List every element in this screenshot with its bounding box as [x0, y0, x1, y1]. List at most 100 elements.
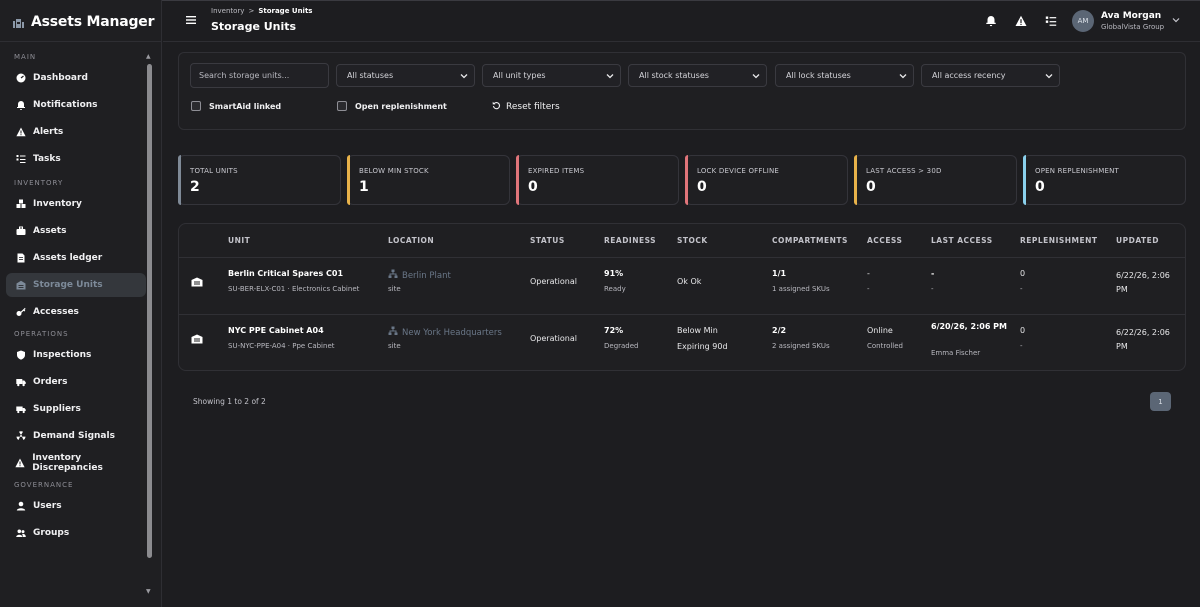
checkbox-box[interactable] [337, 101, 347, 111]
bell-icon [15, 100, 26, 111]
lock-status-select[interactable]: All lock statuses [775, 64, 914, 87]
stat-label: EXPIRED ITEMS [528, 167, 585, 175]
user-name[interactable]: Ava Morgan [1101, 11, 1161, 21]
sidebar-item-label: Assets [33, 226, 67, 236]
scroll-up-icon[interactable]: ▲ [146, 53, 151, 60]
status-select[interactable]: All statuses [336, 64, 475, 87]
sidebar-item-inspections[interactable]: Inspections [6, 343, 146, 367]
sidebar-item-alerts[interactable]: Alerts [6, 120, 146, 144]
column-header-status[interactable]: STATUS [530, 236, 565, 245]
column-header-unit[interactable]: UNIT [228, 236, 250, 245]
sidebar-item-tasks[interactable]: Tasks [6, 147, 146, 171]
bell-icon[interactable] [983, 13, 999, 29]
unit-code: SU-NYC-PPE-A04 · Ppe Cabinet [228, 342, 335, 350]
sidebar-item-orders[interactable]: Orders [6, 370, 146, 394]
sidebar-nav: MAIN Dashboard Notifications Alerts Task… [0, 50, 150, 548]
reset-filters-button[interactable]: Reset filters [492, 101, 560, 113]
search-input[interactable] [190, 63, 329, 88]
sidebar-item-users[interactable]: Users [6, 494, 146, 518]
warning-icon [15, 127, 26, 138]
tasks-icon[interactable] [1043, 13, 1059, 29]
status-select-value: All statuses [347, 71, 394, 80]
top-header: Inventory > Storage Units Storage Units … [163, 1, 1200, 42]
column-header-last-access[interactable]: LAST ACCESS [931, 236, 993, 245]
app-title: Assets Manager [31, 14, 155, 30]
brand[interactable]: Assets Manager [12, 12, 155, 32]
column-header-location[interactable]: LOCATION [388, 236, 434, 245]
sidebar-scroll-thumb[interactable] [147, 64, 152, 558]
scroll-down-icon[interactable]: ▼ [146, 588, 151, 595]
sidebar-item-assets-ledger[interactable]: Assets ledger [6, 246, 146, 270]
stat-value: 0 [1035, 179, 1045, 195]
unit-name[interactable]: Berlin Critical Spares C01 [228, 269, 343, 278]
stat-card-open-replenishment: OPEN REPLENISHMENT 0 [1023, 155, 1186, 205]
warehouse-logo-icon [12, 16, 25, 29]
open-replenishment-checkbox[interactable]: Open replenishment [337, 101, 447, 111]
updated-time: 6/22/26, 2:06 PM [1116, 328, 1170, 351]
sidebar-item-demand-signals[interactable]: Demand Signals [6, 424, 146, 448]
sidebar-item-assets[interactable]: Assets [6, 219, 146, 243]
sidebar-item-label: Assets ledger [33, 253, 103, 263]
dashboard-icon [15, 73, 26, 84]
sidebar-item-storage-units[interactable]: Storage Units [6, 273, 146, 297]
replenishment-count: 0 [1020, 326, 1026, 335]
briefcase-icon [15, 226, 26, 237]
storage-units-table: UNIT LOCATION STATUS READINESS STOCK COM… [178, 223, 1186, 371]
column-header-access[interactable]: ACCESS [867, 236, 902, 245]
page-button-current[interactable]: 1 [1150, 392, 1171, 411]
sidebar-item-label: Tasks [33, 154, 61, 164]
sidebar-item-dashboard[interactable]: Dashboard [6, 66, 146, 90]
document-icon [15, 253, 26, 264]
unit-name[interactable]: NYC PPE Cabinet A04 [228, 326, 324, 335]
compartments-value: 1/1 [772, 269, 787, 278]
stat-label: LOCK DEVICE OFFLINE [697, 167, 780, 175]
sidebar-item-suppliers[interactable]: Suppliers [6, 397, 146, 421]
sidebar-item-inventory[interactable]: Inventory [6, 192, 146, 216]
chevron-down-icon[interactable] [1171, 15, 1181, 25]
unit-type-select[interactable]: All unit types [482, 64, 621, 87]
access-recency-select[interactable]: All access recency [921, 64, 1060, 87]
location-link[interactable]: Berlin Plant [388, 269, 451, 282]
last-access-user: Emma Fischer [931, 349, 981, 357]
smartaid-linked-checkbox[interactable]: SmartAid linked [191, 101, 281, 111]
access-recency-select-value: All access recency [932, 71, 1006, 80]
breadcrumb-inventory[interactable]: Inventory [211, 7, 244, 15]
status-text: Operational [530, 334, 577, 343]
sidebar-section-operations: OPERATIONS [14, 330, 69, 338]
location-link[interactable]: New York Headquarters [388, 326, 502, 339]
compartments-sub: 2 assigned SKUs [772, 342, 830, 350]
stat-label: LAST ACCESS > 30D [866, 167, 942, 175]
access-mode: - [867, 285, 870, 293]
hamburger-menu-icon[interactable] [185, 14, 197, 26]
readiness-value: 91% [604, 269, 624, 278]
avatar[interactable]: AM [1072, 10, 1094, 32]
column-header-updated[interactable]: UPDATED [1116, 236, 1159, 245]
access-status: - [867, 269, 870, 278]
truck-icon [15, 377, 26, 388]
sidebar-item-groups[interactable]: Groups [6, 521, 146, 545]
stat-value: 1 [359, 179, 369, 195]
stock-expiry: Expiring 90d [677, 342, 728, 351]
column-header-stock[interactable]: STOCK [677, 236, 708, 245]
sidebar-item-label: Orders [33, 377, 68, 387]
column-header-replenishment[interactable]: REPLENISHMENT [1020, 236, 1098, 245]
stock-status-select[interactable]: All stock statuses [628, 64, 767, 87]
stock-status: Ok Ok [677, 277, 702, 286]
sidebar-item-notifications[interactable]: Notifications [6, 93, 146, 117]
stat-accent [516, 155, 519, 205]
stat-value: 2 [190, 179, 200, 195]
sidebar-item-inventory-discrepancies[interactable]: Inventory Discrepancies [6, 451, 146, 475]
sidebar-item-accesses[interactable]: Accesses [6, 300, 146, 324]
column-header-readiness[interactable]: READINESS [604, 236, 656, 245]
checkbox-label: Open replenishment [355, 101, 447, 111]
sidebar-section-main: MAIN [14, 53, 37, 61]
stat-accent [854, 155, 857, 205]
last-access-time: - [931, 269, 935, 278]
breadcrumb: Inventory > Storage Units [211, 7, 312, 15]
sidebar-item-label: Inventory [33, 199, 82, 209]
checkbox-box[interactable] [191, 101, 201, 111]
sidebar-section-governance: GOVERNANCE [14, 481, 74, 489]
column-header-compartments[interactable]: COMPARTMENTS [772, 236, 848, 245]
warning-icon[interactable] [1013, 13, 1029, 29]
location-name: New York Headquarters [402, 327, 502, 338]
